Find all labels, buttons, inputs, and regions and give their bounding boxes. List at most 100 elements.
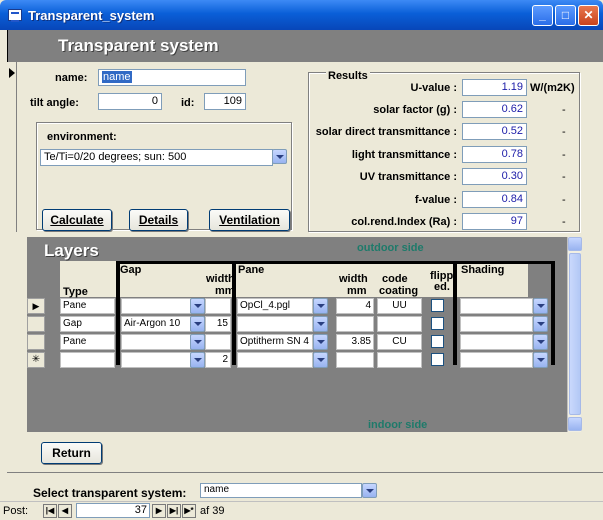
- shading-dropdown-icon[interactable]: [533, 334, 548, 350]
- gap-width-cell[interactable]: [205, 334, 231, 350]
- record-selector[interactable]: [7, 62, 17, 232]
- row-selector[interactable]: [27, 334, 45, 350]
- gap-width-cell[interactable]: 15: [205, 316, 231, 332]
- gap-dropdown-icon[interactable]: [190, 334, 205, 350]
- record-number-field[interactable]: 37: [76, 503, 150, 518]
- first-record-icon[interactable]: |◀: [43, 504, 57, 518]
- result-label: U-value :: [410, 82, 457, 94]
- result-unit: W/(m2K): [530, 82, 575, 94]
- divider: [232, 261, 236, 365]
- row-selector[interactable]: ✳: [27, 352, 45, 368]
- pane-select[interactable]: [237, 316, 313, 332]
- maximize-button[interactable]: □: [555, 5, 576, 26]
- divider: [116, 261, 120, 365]
- pane-select[interactable]: OpCl_4.pgl: [237, 298, 313, 314]
- col-pane-width-unit: mm: [347, 285, 367, 297]
- result-label: f-value :: [414, 194, 457, 206]
- gap-select[interactable]: Air-Argon 10: [121, 316, 191, 332]
- name-field[interactable]: name: [98, 69, 246, 86]
- shading-dropdown-icon[interactable]: [533, 316, 548, 332]
- flipped-checkbox[interactable]: [431, 335, 444, 348]
- shading-dropdown-icon[interactable]: [533, 352, 548, 368]
- pane-width-cell[interactable]: [336, 352, 374, 368]
- last-record-icon[interactable]: ▶|: [167, 504, 181, 518]
- pane-width-cell[interactable]: 3.85: [336, 334, 374, 350]
- new-record-icon[interactable]: ▶*: [182, 504, 196, 518]
- layer-type-cell[interactable]: Gap: [60, 316, 115, 332]
- code-coating-cell[interactable]: UU: [377, 298, 422, 314]
- ventilation-button[interactable]: Ventilation: [209, 209, 290, 231]
- pane-select[interactable]: Optitherm SN 4: [237, 334, 313, 350]
- pane-dropdown-icon[interactable]: [313, 316, 328, 332]
- gap-select[interactable]: [121, 352, 191, 368]
- flipped-checkbox[interactable]: [431, 353, 444, 366]
- select-system-dropdown-icon[interactable]: [362, 483, 377, 498]
- gap-dropdown-icon[interactable]: [190, 298, 205, 314]
- result-label: UV transmittance :: [359, 171, 457, 183]
- result-label: solar factor (g) :: [373, 104, 457, 116]
- row-selector[interactable]: [27, 316, 45, 332]
- pane-dropdown-icon[interactable]: [313, 298, 328, 314]
- record-total: af 39: [200, 505, 225, 517]
- pane-select[interactable]: [237, 352, 313, 368]
- next-record-icon[interactable]: ▶: [152, 504, 166, 518]
- id-field[interactable]: 109: [204, 93, 246, 110]
- pane-dropdown-icon[interactable]: [313, 352, 328, 368]
- calculate-button[interactable]: Calculate: [42, 209, 112, 231]
- gap-width-cell[interactable]: [205, 298, 231, 314]
- gap-dropdown-icon[interactable]: [190, 316, 205, 332]
- col-flipped-b: ed.: [434, 281, 450, 293]
- minimize-button[interactable]: _: [532, 5, 553, 26]
- result-unit: -: [562, 194, 566, 206]
- result-value: 0.30: [462, 168, 527, 185]
- return-button[interactable]: Return: [41, 442, 102, 464]
- layer-type-cell[interactable]: [60, 352, 115, 368]
- scroll-thumb[interactable]: [569, 253, 581, 415]
- select-system-combo[interactable]: name: [200, 483, 362, 498]
- left-border: [0, 30, 7, 520]
- pane-width-cell[interactable]: 4: [336, 298, 374, 314]
- col-coating: coating: [379, 285, 419, 297]
- gap-select[interactable]: [121, 298, 191, 314]
- code-coating-cell[interactable]: [377, 316, 422, 332]
- layer-type-cell[interactable]: Pane: [60, 298, 115, 314]
- layers-title: Layers: [44, 241, 99, 260]
- environment-select[interactable]: Te/Ti=0/20 degrees; sun: 500: [40, 149, 273, 166]
- environment-dropdown-icon[interactable]: [272, 149, 287, 164]
- details-button[interactable]: Details: [129, 209, 188, 231]
- scroll-down-icon[interactable]: [568, 417, 582, 431]
- row-selector[interactable]: ▶: [27, 298, 45, 314]
- flipped-checkbox[interactable]: [431, 299, 444, 312]
- code-coating-cell[interactable]: CU: [377, 334, 422, 350]
- previous-record-icon[interactable]: ◀: [58, 504, 72, 518]
- pane-dropdown-icon[interactable]: [313, 334, 328, 350]
- shading-select[interactable]: [460, 352, 533, 368]
- layers-subform: Layers outdoor side Type Gap width mm Pa…: [27, 237, 567, 432]
- scroll-up-icon[interactable]: [568, 237, 582, 251]
- result-label: light transmittance :: [351, 149, 457, 161]
- id-label: id:: [181, 97, 195, 109]
- tilt-angle-field[interactable]: 0: [98, 93, 162, 110]
- form-header: Transparent system: [7, 30, 603, 62]
- shading-dropdown-icon[interactable]: [533, 298, 548, 314]
- flipped-checkbox[interactable]: [431, 317, 444, 330]
- code-coating-cell[interactable]: [377, 352, 422, 368]
- gap-dropdown-icon[interactable]: [190, 352, 205, 368]
- gap-width-cell[interactable]: 2: [205, 352, 231, 368]
- shading-select[interactable]: [460, 334, 533, 350]
- gap-select[interactable]: [121, 334, 191, 350]
- nav-label: Post:: [3, 505, 29, 517]
- current-record-arrow-icon: [9, 68, 15, 78]
- shading-select[interactable]: [460, 316, 533, 332]
- layer-type-cell[interactable]: Pane: [60, 334, 115, 350]
- window-title: Transparent_system: [28, 8, 155, 23]
- shading-select[interactable]: [460, 298, 533, 314]
- col-shading: Shading: [461, 264, 505, 276]
- result-value: 0.52: [462, 123, 527, 140]
- pane-width-cell[interactable]: [336, 316, 374, 332]
- result-value: 97: [462, 213, 527, 230]
- result-label: solar direct transmittance :: [315, 126, 457, 138]
- close-button[interactable]: ✕: [578, 5, 599, 26]
- environment-label: environment:: [47, 131, 117, 143]
- layers-scrollbar[interactable]: [567, 237, 582, 432]
